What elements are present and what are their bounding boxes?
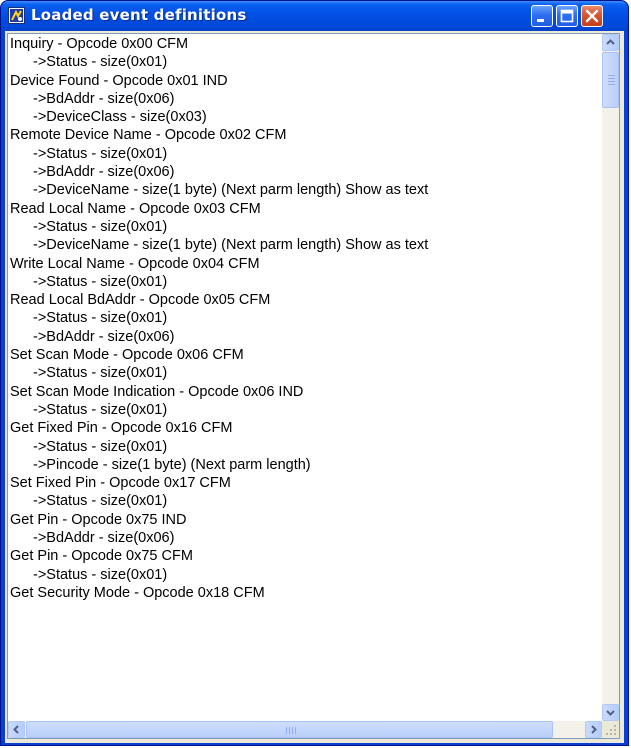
event-definition-line[interactable]: Write Local Name - Opcode 0x04 CFM — [10, 255, 578, 273]
event-parameter-line[interactable]: ->Status - size(0x01) — [10, 53, 578, 71]
event-parameter-line[interactable]: ->Status - size(0x01) — [10, 401, 578, 419]
event-definitions-list[interactable]: Inquiry - Opcode 0x00 CFM ->Status - size… — [7, 33, 620, 739]
resize-grip-icon — [602, 725, 619, 738]
event-definition-line[interactable]: Get Security Mode - Opcode 0x18 CFM — [10, 584, 578, 602]
title-bar[interactable]: Loaded event definitions — [1, 1, 628, 31]
event-definition-line[interactable]: Remote Device Name - Opcode 0x02 CFM — [10, 126, 578, 144]
window-title: Loaded event definitions — [31, 6, 247, 24]
resize-grip[interactable] — [602, 721, 619, 738]
vertical-scroll-thumb[interactable] — [602, 52, 619, 108]
event-definition-line[interactable]: Read Local Name - Opcode 0x03 CFM — [10, 200, 578, 218]
event-parameter-line[interactable]: ->BdAddr - size(0x06) — [10, 328, 578, 346]
event-definition-line[interactable]: Read Local BdAddr - Opcode 0x05 CFM — [10, 291, 578, 309]
scroll-up-button[interactable] — [602, 34, 619, 51]
event-parameter-line[interactable]: ->DeviceName - size(1 byte) (Next parm l… — [10, 236, 578, 254]
vertical-scrollbar[interactable] — [602, 34, 619, 721]
event-parameter-line[interactable]: ->DeviceClass - size(0x03) — [10, 108, 578, 126]
event-parameter-line[interactable]: ->Status - size(0x01) — [10, 364, 578, 382]
event-parameter-line[interactable]: ->Status - size(0x01) — [10, 273, 578, 291]
horizontal-scroll-thumb[interactable] — [26, 721, 553, 738]
event-parameter-line[interactable]: ->Status - size(0x01) — [10, 218, 578, 236]
event-parameter-line[interactable]: ->Status - size(0x01) — [10, 309, 578, 327]
horizontal-scrollbar[interactable] — [8, 721, 602, 738]
event-definition-line[interactable]: Get Fixed Pin - Opcode 0x16 CFM — [10, 419, 578, 437]
event-parameter-line[interactable]: ->Status - size(0x01) — [10, 145, 578, 163]
event-parameter-line[interactable]: ->Pincode - size(1 byte) (Next parm leng… — [10, 456, 578, 474]
scroll-left-button[interactable] — [8, 721, 25, 738]
event-definitions-window: Loaded event definitions Inquiry - Opcod… — [0, 0, 629, 746]
event-definition-line[interactable]: Set Scan Mode - Opcode 0x06 CFM — [10, 346, 578, 364]
event-parameter-line[interactable]: ->DeviceName - size(1 byte) (Next parm l… — [10, 181, 578, 199]
event-parameter-line[interactable]: ->Status - size(0x01) — [10, 492, 578, 510]
minimize-button[interactable] — [531, 5, 553, 27]
event-parameter-line[interactable]: ->BdAddr - size(0x06) — [10, 529, 578, 547]
maximize-button[interactable] — [556, 5, 578, 27]
event-definition-line[interactable]: Device Found - Opcode 0x01 IND — [10, 72, 578, 90]
event-parameter-line[interactable]: ->Status - size(0x01) — [10, 566, 578, 584]
event-parameter-line[interactable]: ->Status - size(0x01) — [10, 438, 578, 456]
event-list-content: Inquiry - Opcode 0x00 CFM ->Status - size… — [10, 35, 578, 713]
event-definition-line[interactable]: Get Pin - Opcode 0x75 IND — [10, 511, 578, 529]
event-definition-line[interactable]: Set Fixed Pin - Opcode 0x17 CFM — [10, 474, 578, 492]
event-parameter-line[interactable]: ->BdAddr - size(0x06) — [10, 163, 578, 181]
event-definition-line[interactable]: Set Scan Mode Indication - Opcode 0x06 I… — [10, 383, 578, 401]
window-client-area: Inquiry - Opcode 0x00 CFM ->Status - size… — [5, 31, 624, 743]
close-button[interactable] — [581, 5, 603, 27]
app-window-icon[interactable] — [8, 7, 25, 24]
event-definition-line[interactable]: Get Pin - Opcode 0x75 CFM — [10, 547, 578, 565]
event-definition-line[interactable]: Inquiry - Opcode 0x00 CFM — [10, 35, 578, 53]
event-parameter-line[interactable]: ->BdAddr - size(0x06) — [10, 90, 578, 108]
scroll-down-button[interactable] — [602, 704, 619, 721]
scroll-right-button[interactable] — [585, 721, 602, 738]
